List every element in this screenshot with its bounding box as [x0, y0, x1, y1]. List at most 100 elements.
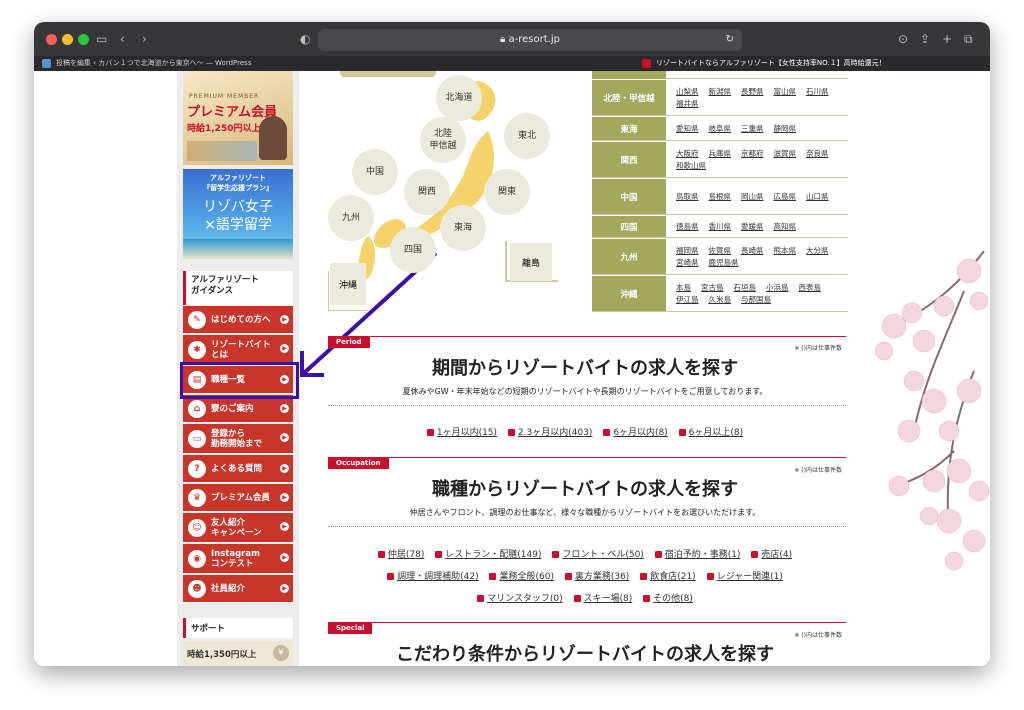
menu-friend-referral[interactable]: ☺ 友人紹介 キャンペーン ▶ [183, 513, 293, 543]
occupation-link[interactable]: マリンスタッフ(0) [477, 591, 563, 604]
browser-toolbar: ▭ ‹ › ◐ 🔒︎ a-resort.jp ↻ ⊙ ⇪ + ⧉ [34, 22, 990, 56]
download-icon[interactable]: ⊙ [898, 30, 908, 48]
shield-icon[interactable]: ◐ [300, 30, 310, 48]
pref-link[interactable]: 福井県 [676, 98, 699, 110]
occupation-link[interactable]: 飲食店(21) [640, 569, 695, 582]
pref-link[interactable]: 石垣島 [734, 282, 757, 294]
occupation-link[interactable]: スキー場(8) [574, 591, 633, 604]
pref-link[interactable]: 本島 [676, 282, 691, 294]
pref-link[interactable]: 奈良県 [806, 148, 829, 160]
occupation-link-label: 裏方業務(36) [574, 572, 630, 582]
study-abroad-banner[interactable]: アルファリゾート 『留学生応援プラン』 リゾバ女子 ×語学留学 [183, 169, 293, 259]
occupation-link[interactable]: 宿泊予約・事務(1) [655, 547, 741, 560]
pref-link[interactable]: 伊江島 [676, 294, 699, 306]
tab-overview-icon[interactable]: ⧉ [964, 30, 973, 48]
address-bar[interactable]: 🔒︎ a-resort.jp ↻ [318, 29, 742, 51]
pref-link[interactable]: 西表島 [799, 282, 822, 294]
pref-link[interactable]: 岐阜県 [709, 123, 732, 135]
menu-premium-member[interactable]: ♛ プレミアム会員 ▶ [183, 484, 293, 512]
menu-instagram-contest[interactable]: ◉ Instagram コンテスト ▶ [183, 544, 293, 574]
period-note: ※ ()内は仕事件数 [794, 345, 842, 352]
occupation-link[interactable]: その他(8) [643, 591, 693, 604]
pref-link[interactable]: 香川県 [709, 221, 732, 233]
occupation-link[interactable]: フロント・ベル(50) [552, 547, 643, 560]
occupation-link[interactable]: 仲居(78) [378, 547, 424, 560]
pref-link[interactable]: 高知県 [774, 221, 797, 233]
pref-link[interactable]: 山梨県 [676, 86, 699, 98]
period-link-1[interactable]: 1ヶ月以内(15) [427, 425, 497, 438]
region-islands-button[interactable]: 離島 [510, 243, 552, 281]
region-kyushu-button[interactable]: 九州 [328, 195, 374, 241]
occupation-link[interactable]: 裏方業務(36) [565, 569, 629, 582]
zoom-window-button[interactable] [78, 34, 89, 45]
pref-link[interactable]: 三重県 [741, 123, 764, 135]
occupation-link[interactable]: 業務全般(60) [489, 569, 553, 582]
region-chugoku-button[interactable]: 中国 [352, 149, 398, 195]
pref-link[interactable]: 新潟県 [709, 86, 732, 98]
period-link-3[interactable]: 6ヶ月以内(8) [603, 425, 667, 438]
region-hokuriku-button[interactable]: 北陸 甲信越 [420, 117, 466, 163]
occupation-link[interactable]: レストラン・配膳(149) [435, 547, 541, 560]
occupation-link[interactable]: レジャー関連(1) [707, 569, 783, 582]
forward-icon[interactable]: › [142, 30, 147, 48]
pref-link[interactable]: 和歌山県 [676, 160, 706, 172]
region-kanto-button[interactable]: 関東 [484, 169, 530, 215]
pref-link[interactable]: 愛知県 [676, 123, 699, 135]
region-shikoku-button[interactable]: 四国 [390, 227, 436, 273]
pref-link[interactable]: 宮崎県 [676, 257, 699, 269]
tab-wordpress[interactable]: 投稿を編集 ‹ カバン１つで北海道から東京へ〜 — WordPress [34, 56, 510, 71]
share-icon[interactable]: ⇪ [920, 30, 930, 48]
pref-link[interactable]: 大分県 [806, 245, 829, 257]
menu-registration-flow[interactable]: ▭ 登録から 勤務開始まで ▶ [183, 424, 293, 454]
period-link-4[interactable]: 6ヶ月以上(8) [679, 425, 743, 438]
support-banner[interactable]: 時給1,350円以上 ¥ [183, 641, 293, 666]
pref-link[interactable]: 長崎県 [741, 245, 764, 257]
pref-link[interactable]: 鳥取県 [676, 191, 699, 203]
pref-link[interactable]: 島根県 [709, 191, 732, 203]
pref-link[interactable]: 京都府 [741, 148, 764, 160]
reload-icon[interactable]: ↻ [726, 29, 734, 51]
tab-alpha-resort[interactable]: リゾートバイトならアルファリゾート【女性支持率NO.１】高時給還元！ [634, 56, 990, 71]
pref-link[interactable]: 久米島 [709, 294, 732, 306]
menu-dormitory[interactable]: ⌂ 寮のご案内 ▶ [183, 395, 293, 423]
pref-link[interactable]: 静岡県 [774, 123, 797, 135]
premium-member-banner[interactable]: PREMIUM MEMBER プレミアム会員 時給1,250円以上 [183, 71, 293, 165]
pref-link[interactable]: 石川県 [806, 86, 829, 98]
crown-icon: ♛ [188, 488, 206, 507]
pref-link[interactable]: 愛媛県 [741, 221, 764, 233]
region-tohoku-button[interactable]: 東北 [504, 113, 550, 159]
menu-beginner[interactable]: ✎ はじめての方へ ▶ [183, 306, 293, 334]
pref-link[interactable]: 与那国島 [741, 294, 771, 306]
new-tab-icon[interactable]: + [942, 30, 952, 48]
pref-link[interactable]: 鹿児島県 [709, 257, 739, 269]
pref-link[interactable]: 宮古島 [701, 282, 724, 294]
pref-link[interactable]: 小浜島 [766, 282, 789, 294]
pref-link[interactable]: 長野県 [741, 86, 764, 98]
close-window-button[interactable] [46, 34, 57, 45]
menu-staff[interactable]: ☻ 社員紹介 ▶ [183, 575, 293, 603]
region-kansai-button[interactable]: 関西 [404, 169, 450, 215]
pref-link[interactable]: 佐賀県 [709, 245, 732, 257]
occupation-link[interactable]: 調理・調理補助(42) [387, 569, 478, 582]
pref-link[interactable]: 滋賀県 [774, 148, 797, 160]
pref-link[interactable]: 富山県 [774, 86, 797, 98]
pref-link[interactable]: 広島県 [774, 191, 797, 203]
occupation-link[interactable]: 売店(4) [751, 547, 792, 560]
region-row-kansai: 関西 大阪府 兵庫県 京都府 滋賀県 奈良県 和歌山県 [592, 142, 848, 178]
pref-link[interactable]: 熊本県 [774, 245, 797, 257]
minimize-window-button[interactable] [62, 34, 73, 45]
pref-link[interactable]: 福岡県 [676, 245, 699, 257]
back-icon[interactable]: ‹ [120, 30, 125, 48]
period-link-2[interactable]: 2.3ヶ月以内(403) [508, 425, 593, 438]
region-hokkaido-button[interactable]: 北海道 [436, 75, 482, 121]
pref-link[interactable]: 大阪府 [676, 148, 699, 160]
menu-faq[interactable]: ? よくある質問 ▶ [183, 455, 293, 483]
sidebar-toggle-icon[interactable]: ▭ [96, 30, 107, 48]
menu-what-is-resort-baito[interactable]: ✱ リゾートバイト とは ▶ [183, 335, 293, 365]
region-tokai-button[interactable]: 東海 [440, 205, 486, 251]
region-okinawa-button[interactable]: 沖縄 [330, 263, 366, 305]
pref-link[interactable]: 兵庫県 [709, 148, 732, 160]
pref-link[interactable]: 徳島県 [676, 221, 699, 233]
pref-link[interactable]: 山口県 [806, 191, 829, 203]
pref-link[interactable]: 岡山県 [741, 191, 764, 203]
